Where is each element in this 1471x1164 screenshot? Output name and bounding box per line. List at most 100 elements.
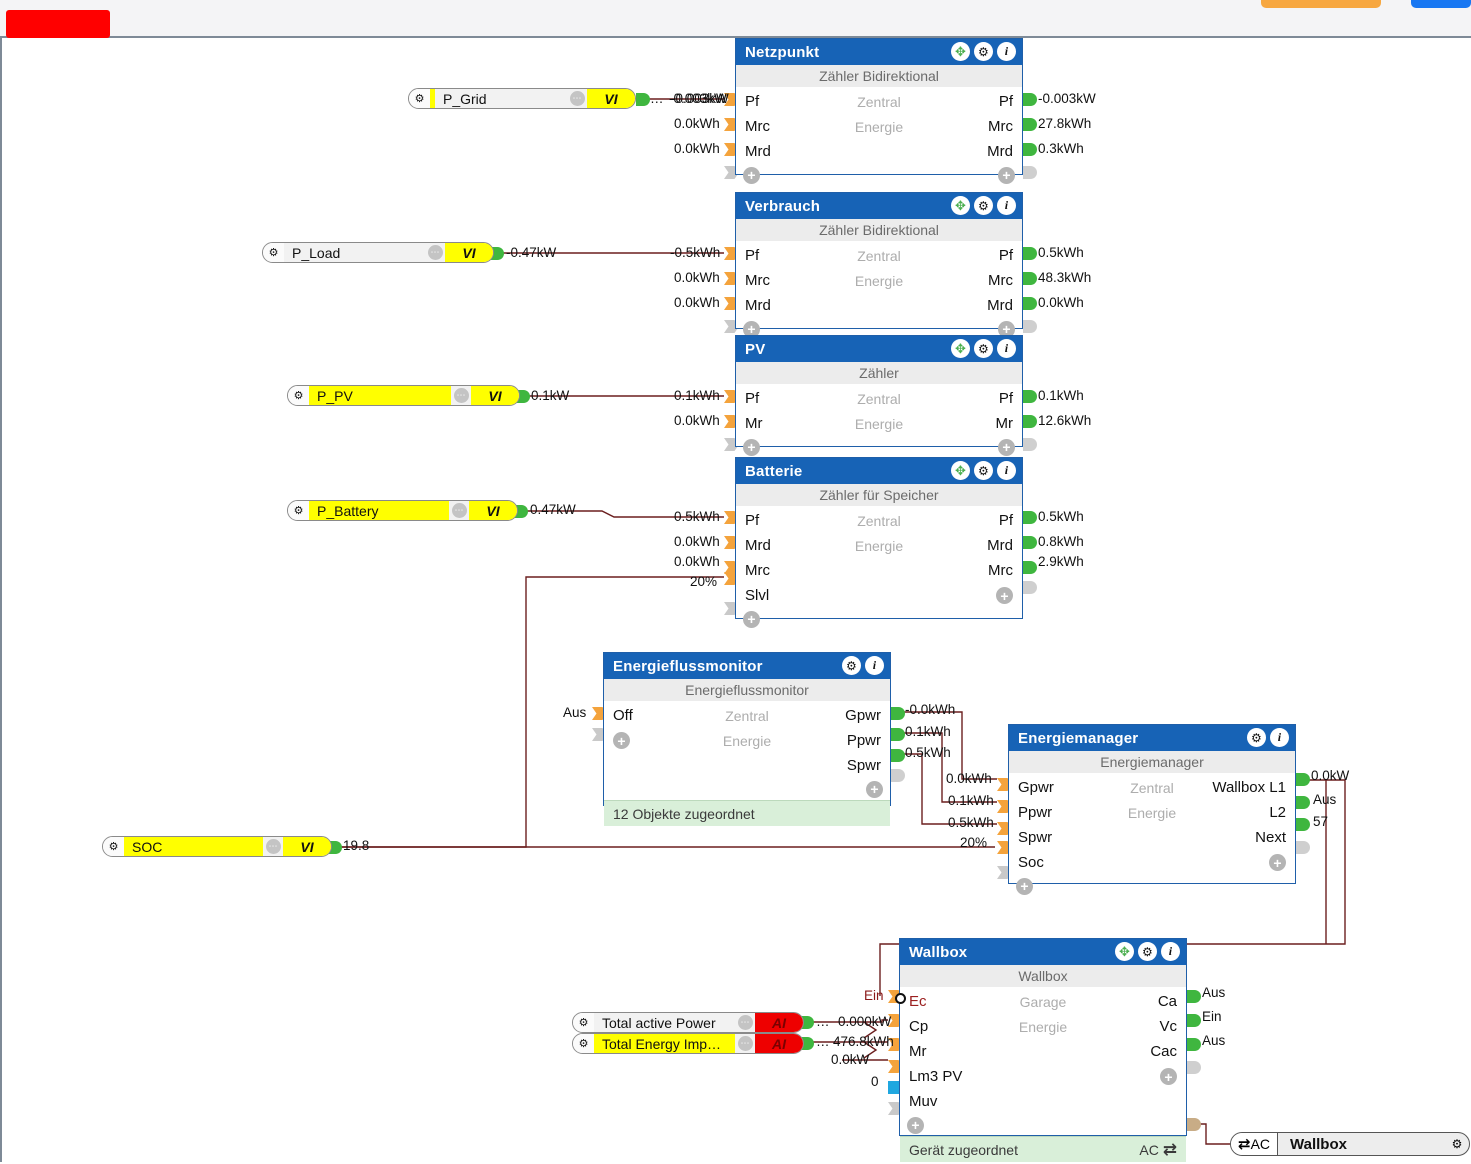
add-output-icon[interactable]: +	[998, 438, 1015, 456]
port-row[interactable]: Mr Cac	[900, 1039, 1186, 1064]
port-row[interactable]: Muv	[900, 1089, 1186, 1114]
output-pin[interactable]	[636, 93, 650, 106]
port-row[interactable]: Spwr	[604, 753, 890, 778]
gear-icon[interactable]: ⚙	[974, 42, 993, 61]
output-pin[interactable]	[1023, 561, 1037, 574]
port-row[interactable]: Energie Ppwr L2	[1009, 800, 1295, 825]
gear-icon[interactable]: ⚙	[288, 386, 309, 405]
info-icon[interactable]: i	[865, 656, 884, 675]
add-output-icon[interactable]: +	[998, 166, 1015, 184]
port-row[interactable]: Zentral Pf Pf	[736, 508, 1022, 533]
info-icon[interactable]: i	[1270, 728, 1289, 747]
output-pin[interactable]	[1296, 818, 1310, 831]
node-tools[interactable]: ✥ ⚙ i	[1115, 942, 1180, 961]
add-input-icon[interactable]: +	[743, 610, 760, 628]
add-input-icon[interactable]: +	[907, 1116, 924, 1134]
more-options-icon[interactable]: ⋯	[735, 1034, 755, 1053]
output-pin[interactable]	[1187, 990, 1201, 1003]
port-row[interactable]: Lm3 PV +	[900, 1064, 1186, 1089]
variable-total-active-power[interactable]: ⚙ Total active Power ⋯ AI	[572, 1012, 804, 1033]
ac-connector[interactable]: ⇄ AC	[1231, 1133, 1278, 1155]
output-pin[interactable]	[1023, 272, 1037, 285]
add-input-icon[interactable]: +	[613, 732, 630, 749]
node-add-row[interactable]: +	[1009, 875, 1295, 897]
port-row[interactable]: Soc +	[1009, 850, 1295, 875]
gear-icon[interactable]: ⚙	[974, 339, 993, 358]
port-row[interactable]: Energie Mrc Mrc	[736, 114, 1022, 139]
node-verbrauch[interactable]: Verbrauch ✥ ⚙ i Zähler Bidirektional Zen…	[735, 192, 1023, 338]
info-icon[interactable]: i	[997, 461, 1016, 480]
node-energieflussmonitor[interactable]: Energieflussmonitor ⚙ i Energieflussmoni…	[603, 652, 891, 826]
device-wallbox-pill[interactable]: ⇄ AC Wallbox ⚙	[1230, 1132, 1470, 1156]
output-pin[interactable]	[1023, 143, 1037, 156]
output-pin[interactable]	[1187, 1014, 1201, 1027]
more-options-icon[interactable]: ⋯	[735, 1013, 755, 1032]
output-pin[interactable]	[891, 707, 905, 720]
more-options-icon[interactable]: ⋯	[425, 243, 445, 262]
node-pv[interactable]: PV ✥ ⚙ i Zähler Zentral Pf Pf Energie Mr…	[735, 335, 1023, 456]
toolbar-blue-button[interactable]	[1411, 0, 1471, 8]
more-options-icon[interactable]: ⋯	[567, 89, 587, 108]
gear-icon[interactable]: ⚙	[409, 89, 430, 108]
output-pin[interactable]	[1023, 511, 1037, 524]
info-icon[interactable]: i	[997, 339, 1016, 358]
node-title-bar[interactable]: Verbrauch ✥ ⚙ i	[736, 193, 1022, 219]
port-row[interactable]: Energie Mrd Mrd	[736, 533, 1022, 558]
node-tools[interactable]: ⚙ i	[842, 656, 884, 675]
move-icon[interactable]: ✥	[951, 196, 970, 215]
port-row[interactable]: Zentral Off Gpwr	[604, 703, 890, 728]
node-tools[interactable]: ✥ ⚙ i	[951, 461, 1016, 480]
port-row[interactable]: Energie Mrc Mrc	[736, 268, 1022, 293]
device-pin[interactable]	[1187, 1118, 1201, 1131]
output-pin-add[interactable]	[891, 769, 905, 782]
output-pin-add[interactable]	[1023, 438, 1037, 451]
port-row[interactable]: Mrc Mrc	[736, 558, 1022, 583]
port-row[interactable]: Zentral Pf Pf	[736, 243, 1022, 268]
node-add-row[interactable]: + +	[736, 164, 1022, 186]
node-title-bar[interactable]: Batterie ✥ ⚙ i	[736, 458, 1022, 484]
variable-soc[interactable]: ⚙ SOC ⋯ VI	[102, 836, 332, 857]
gear-icon[interactable]: ⚙	[842, 656, 861, 675]
move-icon[interactable]: ✥	[951, 461, 970, 480]
output-pin[interactable]	[1296, 773, 1310, 786]
output-pin[interactable]	[891, 728, 905, 741]
gear-icon[interactable]: ⚙	[1445, 1137, 1469, 1151]
output-pin-add[interactable]	[1023, 320, 1037, 333]
gear-icon[interactable]: ⚙	[974, 461, 993, 480]
node-wallbox[interactable]: Wallbox ✥ ⚙ i Wallbox Garage Ec Ca Energ…	[899, 938, 1187, 1162]
more-options-icon[interactable]: ⋯	[263, 837, 283, 856]
gear-icon[interactable]: ⚙	[288, 501, 309, 520]
port-row[interactable]: Energie + Ppwr	[604, 728, 890, 753]
output-pin[interactable]	[1023, 247, 1037, 260]
add-output-icon[interactable]: +	[866, 780, 883, 798]
node-title-bar[interactable]: Wallbox ✥ ⚙ i	[900, 939, 1186, 965]
output-pin-add[interactable]	[1023, 581, 1037, 594]
output-pin-add[interactable]	[1023, 166, 1037, 179]
node-title-bar[interactable]: Energiemanager ⚙ i	[1009, 725, 1295, 751]
add-output-icon[interactable]: +	[996, 587, 1013, 604]
move-icon[interactable]: ✥	[1115, 942, 1134, 961]
move-icon[interactable]: ✥	[951, 42, 970, 61]
port-row[interactable]: Spwr Next	[1009, 825, 1295, 850]
port-row[interactable]: Zentral Gpwr Wallbox L1	[1009, 775, 1295, 800]
output-pin[interactable]	[1187, 1038, 1201, 1051]
output-pin[interactable]	[1023, 415, 1037, 428]
gear-icon[interactable]: ⚙	[573, 1034, 594, 1053]
variable-p-grid[interactable]: ⚙ P_Grid ⋯ VI	[408, 88, 636, 109]
output-pin[interactable]	[1023, 390, 1037, 403]
move-icon[interactable]: ✥	[951, 339, 970, 358]
node-netzpunkt[interactable]: Netzpunkt ✥ ⚙ i Zähler Bidirektional Zen…	[735, 38, 1023, 184]
node-tools[interactable]: ⚙ i	[1247, 728, 1289, 747]
more-options-icon[interactable]: ⋯	[451, 386, 471, 405]
port-row[interactable]: Garage Ec Ca	[900, 989, 1186, 1014]
add-input-icon[interactable]: +	[1016, 877, 1033, 895]
info-icon[interactable]: i	[997, 196, 1016, 215]
info-icon[interactable]: i	[997, 42, 1016, 61]
node-add-row[interactable]: + +	[736, 436, 1022, 458]
variable-p-load[interactable]: ⚙ P_Load ⋯ VI	[262, 242, 494, 263]
output-pin[interactable]	[1023, 536, 1037, 549]
toolbar-orange-button[interactable]	[1261, 0, 1381, 8]
port-row[interactable]: Slvl +	[736, 583, 1022, 608]
port-row[interactable]: Zentral Pf Pf	[736, 386, 1022, 411]
node-energiemanager[interactable]: Energiemanager ⚙ i Energiemanager Zentra…	[1008, 724, 1296, 895]
